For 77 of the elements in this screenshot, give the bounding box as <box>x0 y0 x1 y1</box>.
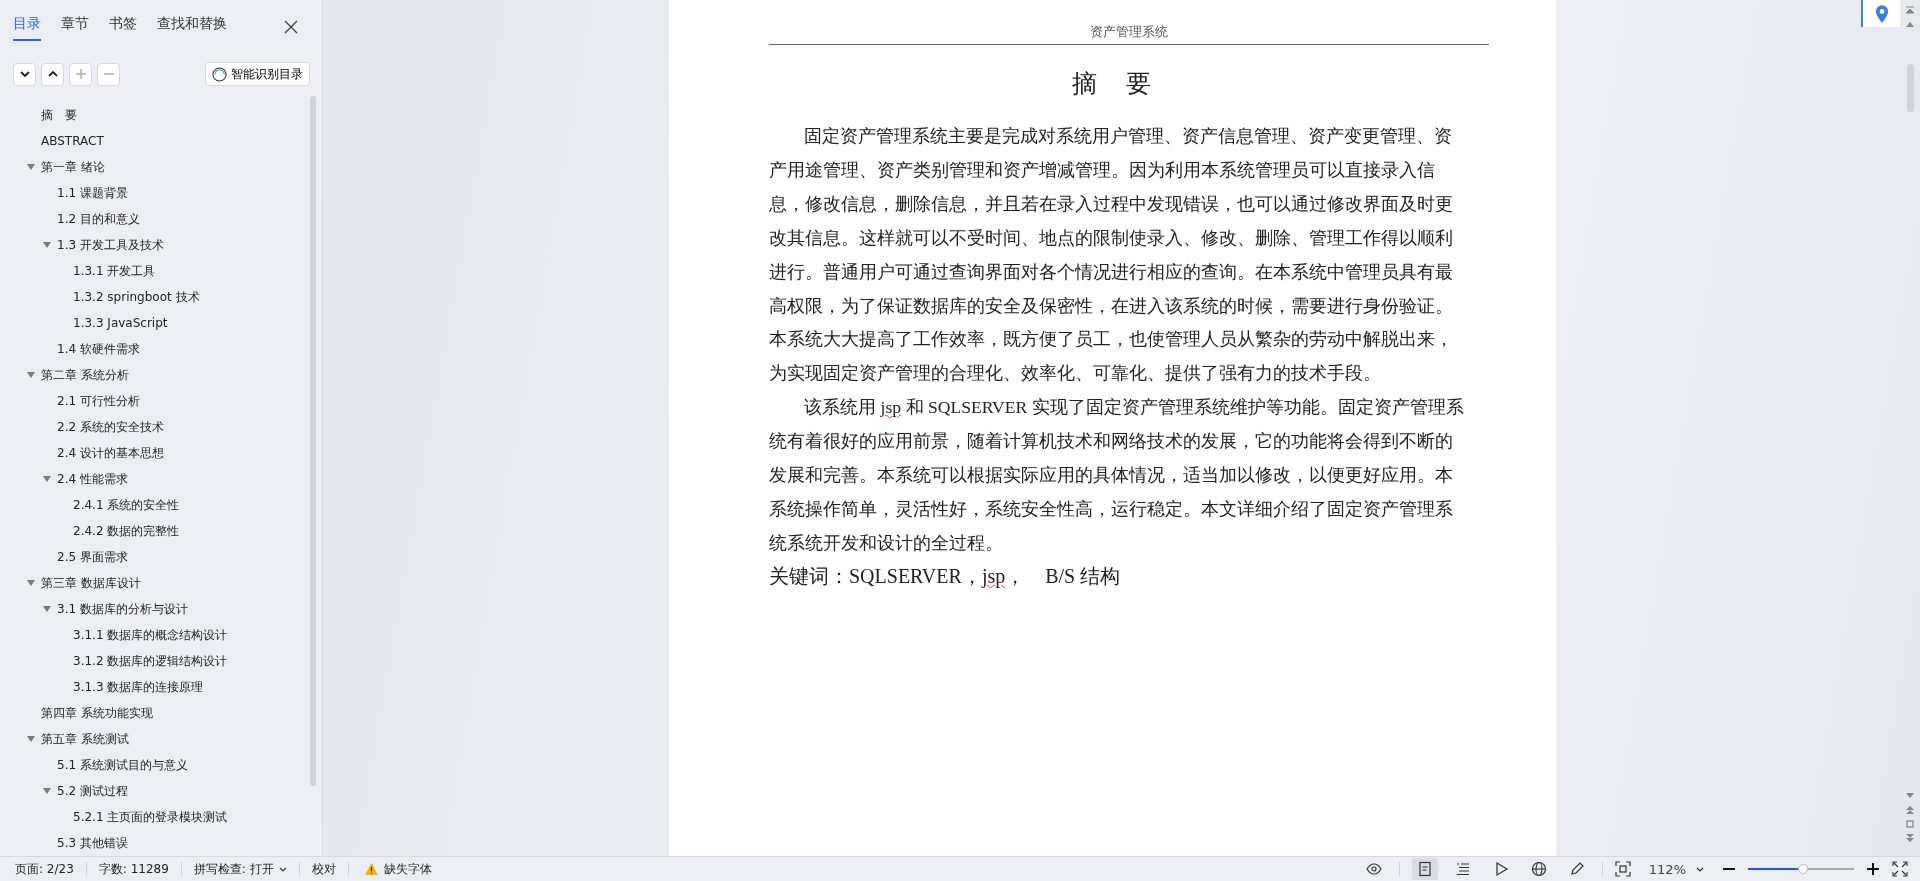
sidebar-tab[interactable]: 书签 <box>109 13 137 41</box>
warning-icon <box>364 863 378 875</box>
toc-item[interactable]: 5.2.1 主页面的登录模块测试 <box>73 808 228 826</box>
scrollbar-thumb[interactable] <box>310 96 316 786</box>
toc-item[interactable]: 1.2 目的和意义 <box>57 210 140 228</box>
toc-item[interactable]: 1.4 软硬件需求 <box>57 340 140 358</box>
toc-item[interactable]: 2.4 性能需求 <box>57 470 128 488</box>
page-header: 资产管理系统 <box>1090 23 1168 41</box>
toc-item[interactable]: 第一章 绪论 <box>41 158 105 176</box>
toc-item[interactable]: 1.3.3 JavaScript <box>73 316 168 330</box>
toc-item[interactable]: 1.3.2 springboot 技术 <box>73 288 200 306</box>
toc-item[interactable]: ABSTRACT <box>41 134 104 148</box>
collapse-up-button[interactable] <box>41 62 64 86</box>
smart-toc-button[interactable]: 智能识别目录 <box>205 62 310 86</box>
previous-page-icon[interactable] <box>1906 806 1914 814</box>
expand-triangle-icon[interactable] <box>27 735 35 743</box>
zoom-in-icon[interactable] <box>1866 862 1880 876</box>
toc-item[interactable]: 2.1 可行性分析 <box>57 392 140 410</box>
spellcheck-dropdown[interactable]: 拼写检查: 打开 <box>193 860 287 878</box>
toc-item[interactable]: 5.3 其他错误 <box>57 834 128 852</box>
scroll-top-icon[interactable] <box>1906 6 1914 14</box>
missing-fonts-button[interactable]: 缺失字体 <box>383 860 432 878</box>
body-paragraph: 该系统用 jsp 和 SQLSERVER 实现了固定资产管理系统维护等功能。固定资产管理系统有着很好的应用前景，随着计算机技术和网络技术的发展，它的功能将会得到不断的发展和完善。本系统可以根据实际应用的具体情况，适当加以修改，以便更好应用。本系统操作简单，灵活性好，系统安全性高，运行稳定。本文详细介绍了固定资产管理系统系统开发和设计的全过程。 <box>769 396 1465 555</box>
toc-item[interactable]: 1.3.1 开发工具 <box>73 262 156 280</box>
caret-icon <box>278 865 287 873</box>
toc-item[interactable]: 5.1 系统测试目的与意义 <box>57 756 188 774</box>
abstract-title: 摘 要 <box>1071 69 1154 99</box>
expand-triangle-icon[interactable] <box>43 241 51 249</box>
expand-triangle-icon[interactable] <box>27 163 35 171</box>
circle-icon <box>212 66 227 82</box>
slider-thumb[interactable] <box>1798 864 1809 874</box>
expand-down-button[interactable] <box>13 62 36 86</box>
sidebar-tab[interactable]: 目录 <box>13 13 41 41</box>
close-icon[interactable] <box>284 20 298 34</box>
toc-item[interactable]: 3.1.3 数据库的连接原理 <box>73 678 204 696</box>
toc-item[interactable]: 3.1.1 数据库的概念结构设计 <box>73 626 228 644</box>
expand-triangle-icon[interactable] <box>27 371 35 379</box>
scroll-up-icon[interactable] <box>1906 20 1914 28</box>
toc-item[interactable]: 3.1.2 数据库的逻辑结构设计 <box>73 652 228 670</box>
scroll-down-icon[interactable] <box>1906 792 1914 800</box>
fullscreen-icon[interactable] <box>1892 861 1908 877</box>
sidebar-tab[interactable]: 章节 <box>61 13 89 41</box>
expand-triangle-icon[interactable] <box>43 475 51 483</box>
keywords-line: 关键词：SQLSERVER，jsp， B/S 结构 <box>769 563 1122 590</box>
toc-item[interactable]: 1.1 课题背景 <box>57 184 128 202</box>
toc-item[interactable]: 2.2 系统的安全技术 <box>57 418 164 436</box>
fit-page-icon[interactable] <box>1614 861 1631 877</box>
proofread-button[interactable]: 校对 <box>311 860 336 878</box>
caret-icon <box>1696 865 1704 873</box>
toc-item[interactable]: 第四章 系统功能实现 <box>41 704 153 722</box>
zoom-dropdown[interactable]: 112% <box>1648 861 1704 877</box>
body-paragraph: 固定资产管理系统主要是完成对系统用户管理、资产信息管理、资产变更管理、资产用途管理、资产类别管理和资产增减管理。因为利用本系统管理员可以直接录入信息，修改信息，删除信息，并且若在录入过程中发现错误，也可以通过修改界面及时更改其信息。这样就可以不受时间、地点的限制使录入、修改、删除、管理工作得以顺利进行。普通用户可通过查询界面对各个情况进行相应的查询。在本系统中管理员具有最高权限，为了保证数据库的安全及保密性，在进入该系统的时候，需要进行身份验证。本系统大大提高了工作效率，既方便了员工，也使管理人员从繁杂的劳动中解脱出来，为实现固定资产管理的合理化、效率化、可靠化、提供了强有力的技术手段。 <box>769 125 1454 386</box>
expand-triangle-icon[interactable] <box>27 579 35 587</box>
toc-item[interactable]: 第五章 系统测试 <box>41 730 129 748</box>
toc-item[interactable]: 摘 要 <box>41 106 77 124</box>
location-pin-icon <box>1874 4 1889 23</box>
expand-triangle-icon[interactable] <box>43 605 51 613</box>
toc-item[interactable]: 1.3 开发工具及技术 <box>57 236 164 254</box>
toc-item[interactable]: 第三章 数据库设计 <box>41 574 141 592</box>
toc-item[interactable]: 2.4.1 系统的安全性 <box>73 496 180 514</box>
toc-item[interactable]: 第二章 系统分析 <box>41 366 129 384</box>
word-count: 字数: 11289 <box>98 860 169 878</box>
location-tab[interactable] <box>1861 0 1900 27</box>
plus-icon <box>74 68 87 80</box>
expand-triangle-icon[interactable] <box>43 787 51 795</box>
next-page-icon[interactable] <box>1906 834 1914 842</box>
toc-item[interactable]: 5.2 测试过程 <box>57 782 128 800</box>
toc-item[interactable]: 3.1 数据库的分析与设计 <box>57 600 188 618</box>
square-icon[interactable] <box>1906 820 1914 828</box>
chevron-down-icon <box>18 68 31 80</box>
sidebar-tab[interactable]: 查找和替换 <box>157 13 227 41</box>
page-count: 页面: 2/23 <box>15 860 74 878</box>
page-icon <box>1416 861 1433 877</box>
toc-item[interactable]: 2.5 界面需求 <box>57 548 128 566</box>
toc-item[interactable]: 2.4.2 数据的完整性 <box>73 522 180 540</box>
toc-item[interactable]: 2.4 设计的基本思想 <box>57 444 164 462</box>
page-view-button[interactable] <box>1411 858 1438 880</box>
